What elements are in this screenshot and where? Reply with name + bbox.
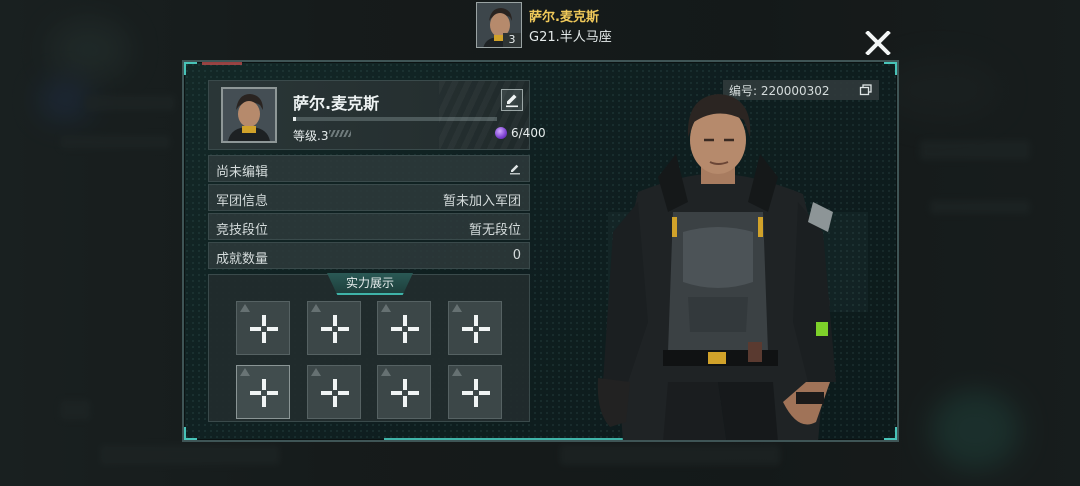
plus-icon bbox=[320, 315, 349, 343]
achievement-count-value: 0 bbox=[512, 248, 521, 263]
gem-count: 6/400 bbox=[511, 126, 546, 140]
plus-icon bbox=[250, 379, 278, 407]
level-stripes-decoration bbox=[329, 130, 351, 137]
showcase-slot[interactable] bbox=[306, 365, 361, 419]
showcase-slot[interactable] bbox=[306, 301, 361, 355]
legion-info-row[interactable]: 军团信息 暂未加入军团 bbox=[208, 184, 530, 211]
panel-corner bbox=[884, 427, 897, 440]
portrait-icon bbox=[223, 89, 275, 141]
close-x-icon[interactable] bbox=[865, 30, 891, 56]
level-label: 等级.3 bbox=[293, 129, 329, 143]
header-avatar-level: 3 bbox=[503, 33, 521, 47]
showcase-slot[interactable] bbox=[447, 301, 502, 355]
plus-icon bbox=[250, 315, 278, 343]
arena-rank-row[interactable]: 竞技段位 暂无段位 bbox=[208, 213, 530, 240]
arena-rank-label: 竞技段位 bbox=[216, 223, 269, 238]
signature-label: 尚未编辑 bbox=[216, 165, 269, 180]
xp-progress-fill bbox=[293, 117, 297, 121]
slot-rank-icon bbox=[381, 304, 391, 312]
profile-card: 萨尔.麦克斯 等级.3 6/400 bbox=[208, 80, 546, 150]
profile-avatar[interactable] bbox=[221, 87, 277, 143]
slot-rank-icon bbox=[310, 304, 321, 312]
plus-icon bbox=[320, 379, 349, 407]
slot-rank-icon bbox=[451, 304, 462, 312]
showcase-slot[interactable] bbox=[447, 365, 502, 419]
character-portrait bbox=[597, 94, 868, 440]
header-avatar[interactable]: 3 bbox=[476, 2, 522, 48]
slot-rank-icon bbox=[451, 368, 462, 376]
pencil-icon bbox=[506, 94, 518, 108]
pencil-icon[interactable] bbox=[508, 162, 522, 176]
panel-corner bbox=[184, 427, 197, 440]
showcase-slot[interactable] bbox=[377, 365, 431, 419]
plus-icon bbox=[391, 379, 419, 407]
panel-top-tag bbox=[202, 62, 242, 65]
header-player-name: 萨尔.麦克斯 bbox=[529, 10, 599, 25]
showcase-slot[interactable] bbox=[377, 301, 431, 355]
legion-info-value: 暂未加入军团 bbox=[442, 194, 521, 209]
slot-rank-icon bbox=[240, 368, 250, 376]
showcase-slot[interactable] bbox=[236, 365, 290, 419]
showcase-slot[interactable] bbox=[236, 301, 290, 355]
slot-rank-icon bbox=[310, 368, 321, 376]
signature-row[interactable]: 尚未编辑 bbox=[208, 155, 530, 182]
edit-name-button[interactable] bbox=[501, 89, 523, 111]
plus-icon bbox=[461, 315, 490, 343]
achievement-count-label: 成就数量 bbox=[216, 252, 269, 267]
achievement-count-row[interactable]: 成就数量 0 bbox=[208, 242, 530, 269]
plus-icon bbox=[391, 315, 419, 343]
strength-showcase: 实力展示 bbox=[208, 273, 530, 422]
panel-corner bbox=[884, 62, 897, 75]
plus-icon bbox=[461, 379, 490, 407]
slot-rank-icon bbox=[381, 368, 391, 376]
profile-panel: 萨尔.麦克斯 等级.3 6/400 尚未编辑 军团信息 暂未加入军团 竞技段位 … bbox=[182, 60, 899, 442]
header-server-name: G21.半人马座 bbox=[529, 30, 612, 45]
profile-name: 萨尔.麦克斯 bbox=[293, 94, 380, 113]
arena-rank-value: 暂无段位 bbox=[468, 223, 521, 238]
legion-info-label: 军团信息 bbox=[216, 194, 269, 209]
xp-progress-bar bbox=[293, 117, 497, 121]
showcase-title: 实力展示 bbox=[327, 273, 413, 295]
purple-gem-icon bbox=[495, 127, 507, 139]
slot-rank-icon bbox=[240, 304, 250, 312]
panel-corner bbox=[184, 62, 197, 75]
